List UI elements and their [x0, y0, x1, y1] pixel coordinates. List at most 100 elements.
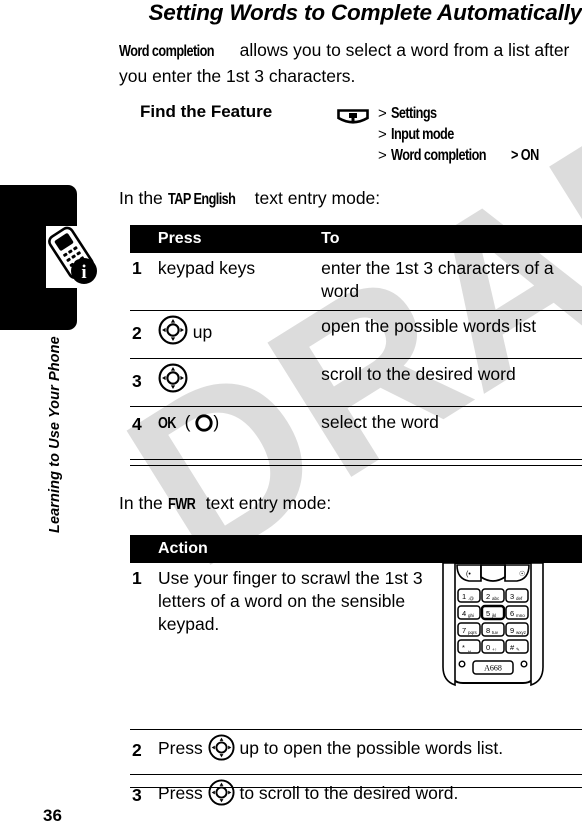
- table-row: 4 OK ( ) select the word: [130, 406, 582, 445]
- select-key-icon[interactable]: [195, 414, 213, 438]
- fwr-lead-prefix: In the: [119, 493, 168, 513]
- row-press: up: [157, 310, 322, 359]
- menu-item-word-completion[interactable]: Word completion: [391, 145, 487, 166]
- row-to: select the word: [321, 406, 582, 445]
- find-the-feature-menu-path: > Settings > Input mode > Word completio…: [378, 103, 545, 166]
- page-title: Setting Words to Complete Automatically: [148, 0, 582, 25]
- row-number: 3: [130, 358, 158, 407]
- svg-text:wxyz: wxyz: [516, 630, 527, 635]
- menu-path-line-3: > Word completion > ON: [378, 145, 545, 166]
- fwr-lead-suffix: text entry mode:: [200, 493, 332, 513]
- row-text-after: to scroll to the desired word.: [234, 783, 459, 803]
- tap-lead-prefix: In the: [119, 188, 168, 208]
- menu-path-line-1: > Settings: [378, 103, 545, 124]
- arrow-1: >: [378, 105, 387, 122]
- ok-label[interactable]: OK: [158, 412, 176, 435]
- table-row: 1 keypad keys enter the 1st 3 characters…: [130, 253, 582, 311]
- find-the-feature-label: Find the Feature: [140, 102, 273, 121]
- arrow-2: >: [378, 126, 387, 143]
- row-number: 4: [130, 406, 158, 445]
- svg-text:2: 2: [486, 592, 490, 601]
- header-action: Action: [158, 535, 582, 563]
- phone-keypad-image: (• ☉ 1 .@ 2 abc 3 def 4 ghi 5 jkl 6 mno …: [437, 562, 549, 689]
- row-press: [157, 358, 322, 407]
- svg-text:0: 0: [486, 643, 490, 652]
- row-number: 2: [130, 310, 158, 359]
- sidebar: i Learning to Use Your Phone: [0, 0, 100, 838]
- tap-lead-suffix: text entry mode:: [249, 188, 381, 208]
- keypad-model-label: A668: [484, 664, 502, 673]
- tap-mode-name: TAP English: [167, 191, 236, 208]
- header-press: Press: [157, 225, 322, 253]
- svg-text:(•: (•: [466, 571, 471, 578]
- svg-text:*: *: [462, 643, 465, 652]
- menu-item-settings[interactable]: Settings: [391, 103, 437, 124]
- paren-open: (: [179, 412, 191, 432]
- table-header-row: Press To: [130, 225, 582, 253]
- row-press: OK ( ): [157, 406, 322, 445]
- svg-text:7: 7: [462, 626, 466, 635]
- row-action: Press to scroll to the desired word.: [158, 774, 582, 819]
- table-row: 3 scroll to the desired word: [130, 358, 582, 407]
- svg-text:4: 4: [462, 609, 466, 618]
- row-text-before: Press: [158, 738, 208, 758]
- svg-text:3: 3: [510, 592, 514, 601]
- row-number: 2: [130, 729, 158, 775]
- fwr-mode-lead: In the FWR text entry mode:: [119, 491, 331, 517]
- row-to: scroll to the desired word: [321, 358, 582, 407]
- tap-mode-lead: In the TAP English text entry mode:: [119, 186, 380, 212]
- header-to: To: [321, 225, 582, 253]
- table-row: 2 up open the possible words list: [130, 310, 582, 359]
- row-action-text: Use your finger to scrawl the 1st 3 lett…: [158, 568, 423, 634]
- tap-table-bottom-rule: [130, 459, 582, 466]
- table-header-row: Action: [130, 535, 582, 563]
- paren-close: ): [213, 412, 220, 432]
- row-number: 3: [130, 774, 158, 819]
- nav-wheel-icon[interactable]: [158, 363, 188, 399]
- row-to: open the possible words list: [321, 310, 582, 359]
- svg-text:pqrs: pqrs: [468, 630, 478, 635]
- nav-wheel-icon[interactable]: [208, 779, 235, 812]
- svg-text:1: 1: [462, 592, 466, 601]
- svg-text:+↑: +↑: [492, 647, 497, 652]
- svg-text:mno: mno: [516, 613, 525, 618]
- row-press-suffix: up: [192, 322, 213, 342]
- svg-text:5: 5: [486, 609, 490, 618]
- row-text-before: Press: [158, 783, 208, 803]
- header-num: [130, 225, 158, 253]
- menu-softkey-icon: [337, 109, 369, 126]
- row-number: 1: [132, 258, 142, 278]
- phone-info-icon: i: [46, 226, 100, 288]
- intro-paragraph: Word completion allows you to select a w…: [119, 38, 574, 88]
- tap-mode-table: Press To 1 keypad keys enter the 1st 3 c…: [130, 225, 582, 445]
- svg-text:✎: ✎: [516, 647, 520, 652]
- table-row: 3 Press to scroll to the desired word.: [130, 774, 582, 819]
- svg-text:6: 6: [510, 609, 514, 618]
- nav-wheel-icon[interactable]: [208, 734, 235, 767]
- menu-item-input-mode[interactable]: Input mode: [391, 124, 454, 145]
- svg-text:ghi: ghi: [468, 613, 474, 618]
- table-row: 2 Press up to open the possible words li…: [130, 729, 582, 775]
- row-text-after: up to open the possible words list.: [234, 738, 504, 758]
- svg-text:abc: abc: [492, 596, 500, 601]
- fwr-table-bottom-rule: [130, 787, 582, 788]
- arrow-3: >: [378, 147, 387, 164]
- menu-path-line-2: > Input mode: [378, 124, 545, 145]
- menu-item-on[interactable]: > ON: [511, 145, 539, 166]
- header-num: [130, 535, 158, 563]
- nav-wheel-icon[interactable]: [158, 315, 188, 351]
- svg-text:8: 8: [486, 626, 490, 635]
- row-press: keypad keys: [157, 258, 256, 278]
- row-number: 1: [132, 568, 142, 588]
- row-action: Press up to open the possible words list…: [158, 729, 582, 775]
- svg-text:☉: ☉: [519, 570, 525, 578]
- svg-text:9: 9: [510, 626, 514, 635]
- fwr-mode-name: FWR: [167, 496, 196, 513]
- svg-text:tuv: tuv: [492, 630, 499, 635]
- sidebar-section-label: Learning to Use Your Phone: [47, 336, 63, 533]
- svg-text:i: i: [81, 262, 86, 283]
- intro-bold-term: Word completion: [119, 43, 215, 60]
- row-to: enter the 1st 3 characters of a word: [321, 258, 554, 301]
- svg-text:.@: .@: [468, 596, 474, 601]
- svg-text:jkl: jkl: [491, 613, 496, 618]
